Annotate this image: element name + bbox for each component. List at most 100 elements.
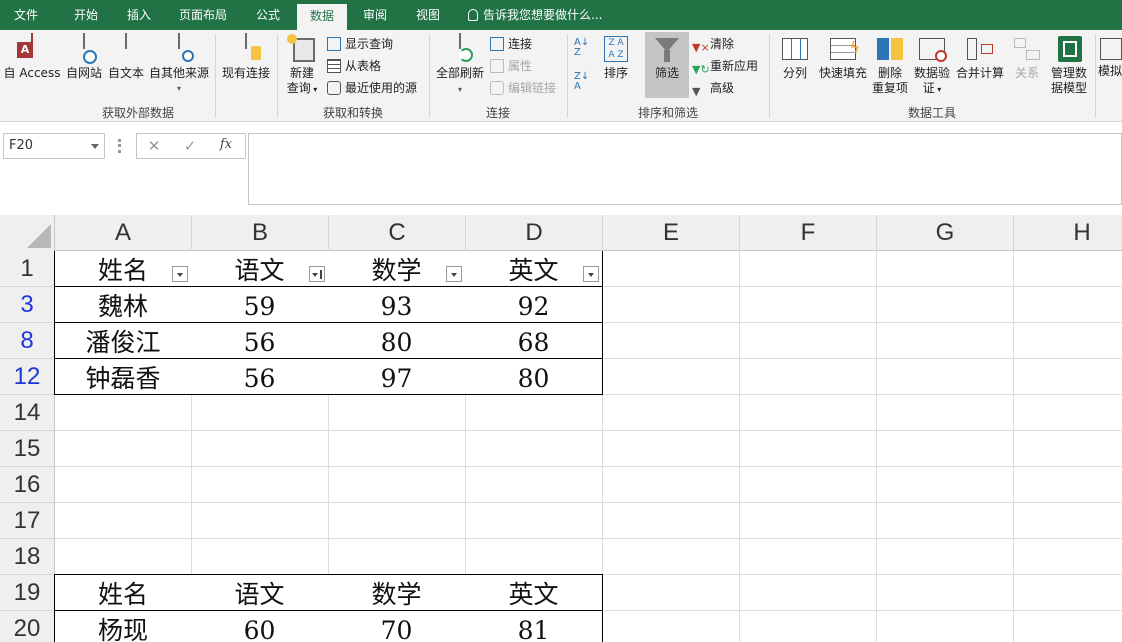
table-cell[interactable]: 魏林 bbox=[54, 287, 192, 323]
new-query-button[interactable]: 新建 查询 ▾ bbox=[282, 34, 322, 97]
filter-applied-dropdown-icon[interactable] bbox=[309, 266, 325, 282]
column-header-c[interactable]: C bbox=[329, 215, 466, 251]
edit-links-button[interactable]: 编辑链接 bbox=[490, 78, 556, 98]
text-to-columns-button[interactable]: 分列 bbox=[776, 34, 814, 81]
refresh-all-button[interactable]: 全部刷新 ▾ bbox=[434, 33, 486, 97]
gridline-horizontal bbox=[55, 430, 1122, 431]
table-icon bbox=[327, 59, 341, 73]
table-cell[interactable]: 93 bbox=[328, 287, 466, 323]
group-label-connections: 连接 bbox=[485, 106, 510, 120]
insert-function-icon[interactable]: fx bbox=[215, 137, 237, 152]
table-cell[interactable]: 56 bbox=[191, 323, 329, 359]
row-header-12[interactable]: 12 bbox=[0, 359, 55, 395]
tab-view[interactable]: 视图 bbox=[405, 0, 451, 30]
chevron-down-icon[interactable] bbox=[91, 144, 99, 149]
formula-input[interactable] bbox=[248, 133, 1122, 205]
row-header-1[interactable]: 1 bbox=[0, 251, 55, 287]
existing-connections-button[interactable]: 现有连接 bbox=[220, 33, 272, 81]
select-all-button[interactable] bbox=[0, 215, 55, 251]
what-if-button[interactable]: 模拟 bbox=[1098, 34, 1122, 79]
column-header-f[interactable]: F bbox=[740, 215, 877, 251]
column-header-g[interactable]: G bbox=[877, 215, 1014, 251]
table-cell[interactable]: 钟磊香 bbox=[54, 359, 192, 395]
sort-az-button[interactable]: A↓ Z bbox=[574, 38, 592, 60]
column-header-e[interactable]: E bbox=[603, 215, 740, 251]
check-icon[interactable]: ✓ bbox=[179, 137, 201, 155]
table-cell[interactable]: 59 bbox=[191, 287, 329, 323]
table-cell[interactable]: 80 bbox=[328, 323, 466, 359]
manage-data-model-button[interactable]: 管理数 据模型 bbox=[1046, 34, 1092, 96]
tab-insert[interactable]: 插入 bbox=[114, 0, 164, 30]
table-header-cell[interactable]: 英文 bbox=[465, 251, 603, 287]
filter-dropdown-icon[interactable] bbox=[446, 266, 462, 282]
tab-file[interactable]: 文件 bbox=[0, 0, 52, 30]
advanced-filter-button[interactable]: ▼ 高级 bbox=[692, 78, 734, 98]
criteria-cell[interactable]: 60 bbox=[191, 611, 329, 642]
from-access-label: 自 Access bbox=[3, 66, 61, 80]
table-cell[interactable]: 68 bbox=[465, 323, 603, 359]
row-header-3[interactable]: 3 bbox=[0, 287, 55, 323]
tab-home[interactable]: 开始 bbox=[58, 0, 114, 30]
table-cell[interactable]: 97 bbox=[328, 359, 466, 395]
tell-me-box[interactable]: 告诉我您想要做什么... bbox=[468, 0, 602, 30]
from-table-button[interactable]: 从表格 bbox=[327, 56, 381, 76]
filter-button[interactable]: 筛选 bbox=[645, 32, 689, 98]
show-queries-button[interactable]: 显示查询 bbox=[327, 34, 393, 54]
excel-window: 文件 开始 插入 页面布局 公式 数据 审阅 视图 告诉我您想要做什么... A… bbox=[0, 0, 1122, 642]
column-header-b[interactable]: B bbox=[192, 215, 329, 251]
sort-za-button[interactable]: Z↓ A bbox=[574, 72, 592, 94]
criteria-cell[interactable]: 81 bbox=[465, 611, 603, 642]
from-text-button[interactable]: 自文本 bbox=[106, 33, 146, 81]
relationships-button[interactable]: 关系 bbox=[1008, 34, 1046, 81]
row-header-19[interactable]: 19 bbox=[0, 575, 55, 611]
criteria-cell[interactable]: 70 bbox=[328, 611, 466, 642]
sort-button[interactable]: Z AA Z 排序 bbox=[598, 34, 634, 81]
flash-fill-button[interactable]: ϟ 快速填充 bbox=[816, 34, 870, 81]
tab-review[interactable]: 审阅 bbox=[352, 0, 398, 30]
table-header-cell[interactable]: 语文 bbox=[191, 251, 329, 287]
data-validation-button[interactable]: 数据验 证 ▾ bbox=[912, 34, 952, 97]
row-header-8[interactable]: 8 bbox=[0, 323, 55, 359]
connections-button[interactable]: 连接 bbox=[490, 34, 532, 54]
recent-sources-button[interactable]: 最近使用的源 bbox=[327, 78, 417, 98]
column-header-a[interactable]: A bbox=[55, 215, 192, 251]
properties-button[interactable]: 属性 bbox=[490, 56, 532, 76]
table-cell[interactable]: 潘俊江 bbox=[54, 323, 192, 359]
remove-duplicates-button[interactable]: 删除 重复项 bbox=[870, 34, 910, 96]
criteria-header-cell[interactable]: 姓名 bbox=[54, 574, 192, 611]
from-other-sources-button[interactable]: 自其他来源 ▾ bbox=[147, 33, 211, 96]
filter-dropdown-icon[interactable] bbox=[583, 266, 599, 282]
column-header-d[interactable]: D bbox=[466, 215, 603, 251]
column-header-h[interactable]: H bbox=[1014, 215, 1122, 251]
row-header-15[interactable]: 15 bbox=[0, 431, 55, 467]
tab-formulas[interactable]: 公式 bbox=[244, 0, 292, 30]
cancel-icon[interactable]: ✕ bbox=[143, 137, 165, 155]
clear-filter-button[interactable]: ▼×清除 bbox=[692, 34, 734, 54]
row-header-18[interactable]: 18 bbox=[0, 539, 55, 575]
from-access-button[interactable]: A 自 Access bbox=[2, 33, 62, 81]
cell-value: 钟磊香 bbox=[85, 364, 161, 393]
formula-bar-grip[interactable] bbox=[118, 139, 121, 153]
table-cell[interactable]: 56 bbox=[191, 359, 329, 395]
data-validation-icon bbox=[917, 34, 947, 64]
reapply-button[interactable]: ▼↻重新应用 bbox=[692, 56, 758, 76]
criteria-cell[interactable]: 杨现 bbox=[54, 611, 192, 642]
filter-dropdown-icon[interactable] bbox=[172, 266, 188, 282]
tab-data[interactable]: 数据 bbox=[297, 4, 347, 30]
criteria-header-cell[interactable]: 数学 bbox=[328, 574, 466, 611]
criteria-header-cell[interactable]: 英文 bbox=[465, 574, 603, 611]
text-to-columns-icon bbox=[780, 34, 810, 64]
name-box[interactable]: F20 bbox=[3, 133, 105, 159]
table-header-cell[interactable]: 数学 bbox=[328, 251, 466, 287]
row-header-17[interactable]: 17 bbox=[0, 503, 55, 539]
table-cell[interactable]: 92 bbox=[465, 287, 603, 323]
tab-page-layout[interactable]: 页面布局 bbox=[170, 0, 236, 30]
row-header-20[interactable]: 20 bbox=[0, 611, 55, 642]
consolidate-button[interactable]: 合并计算 bbox=[954, 34, 1006, 81]
row-header-16[interactable]: 16 bbox=[0, 467, 55, 503]
table-cell[interactable]: 80 bbox=[465, 359, 603, 395]
from-web-button[interactable]: 自网站 bbox=[64, 33, 104, 81]
criteria-header-cell[interactable]: 语文 bbox=[191, 574, 329, 611]
row-header-14[interactable]: 14 bbox=[0, 395, 55, 431]
table-header-cell[interactable]: 姓名 bbox=[54, 251, 192, 287]
